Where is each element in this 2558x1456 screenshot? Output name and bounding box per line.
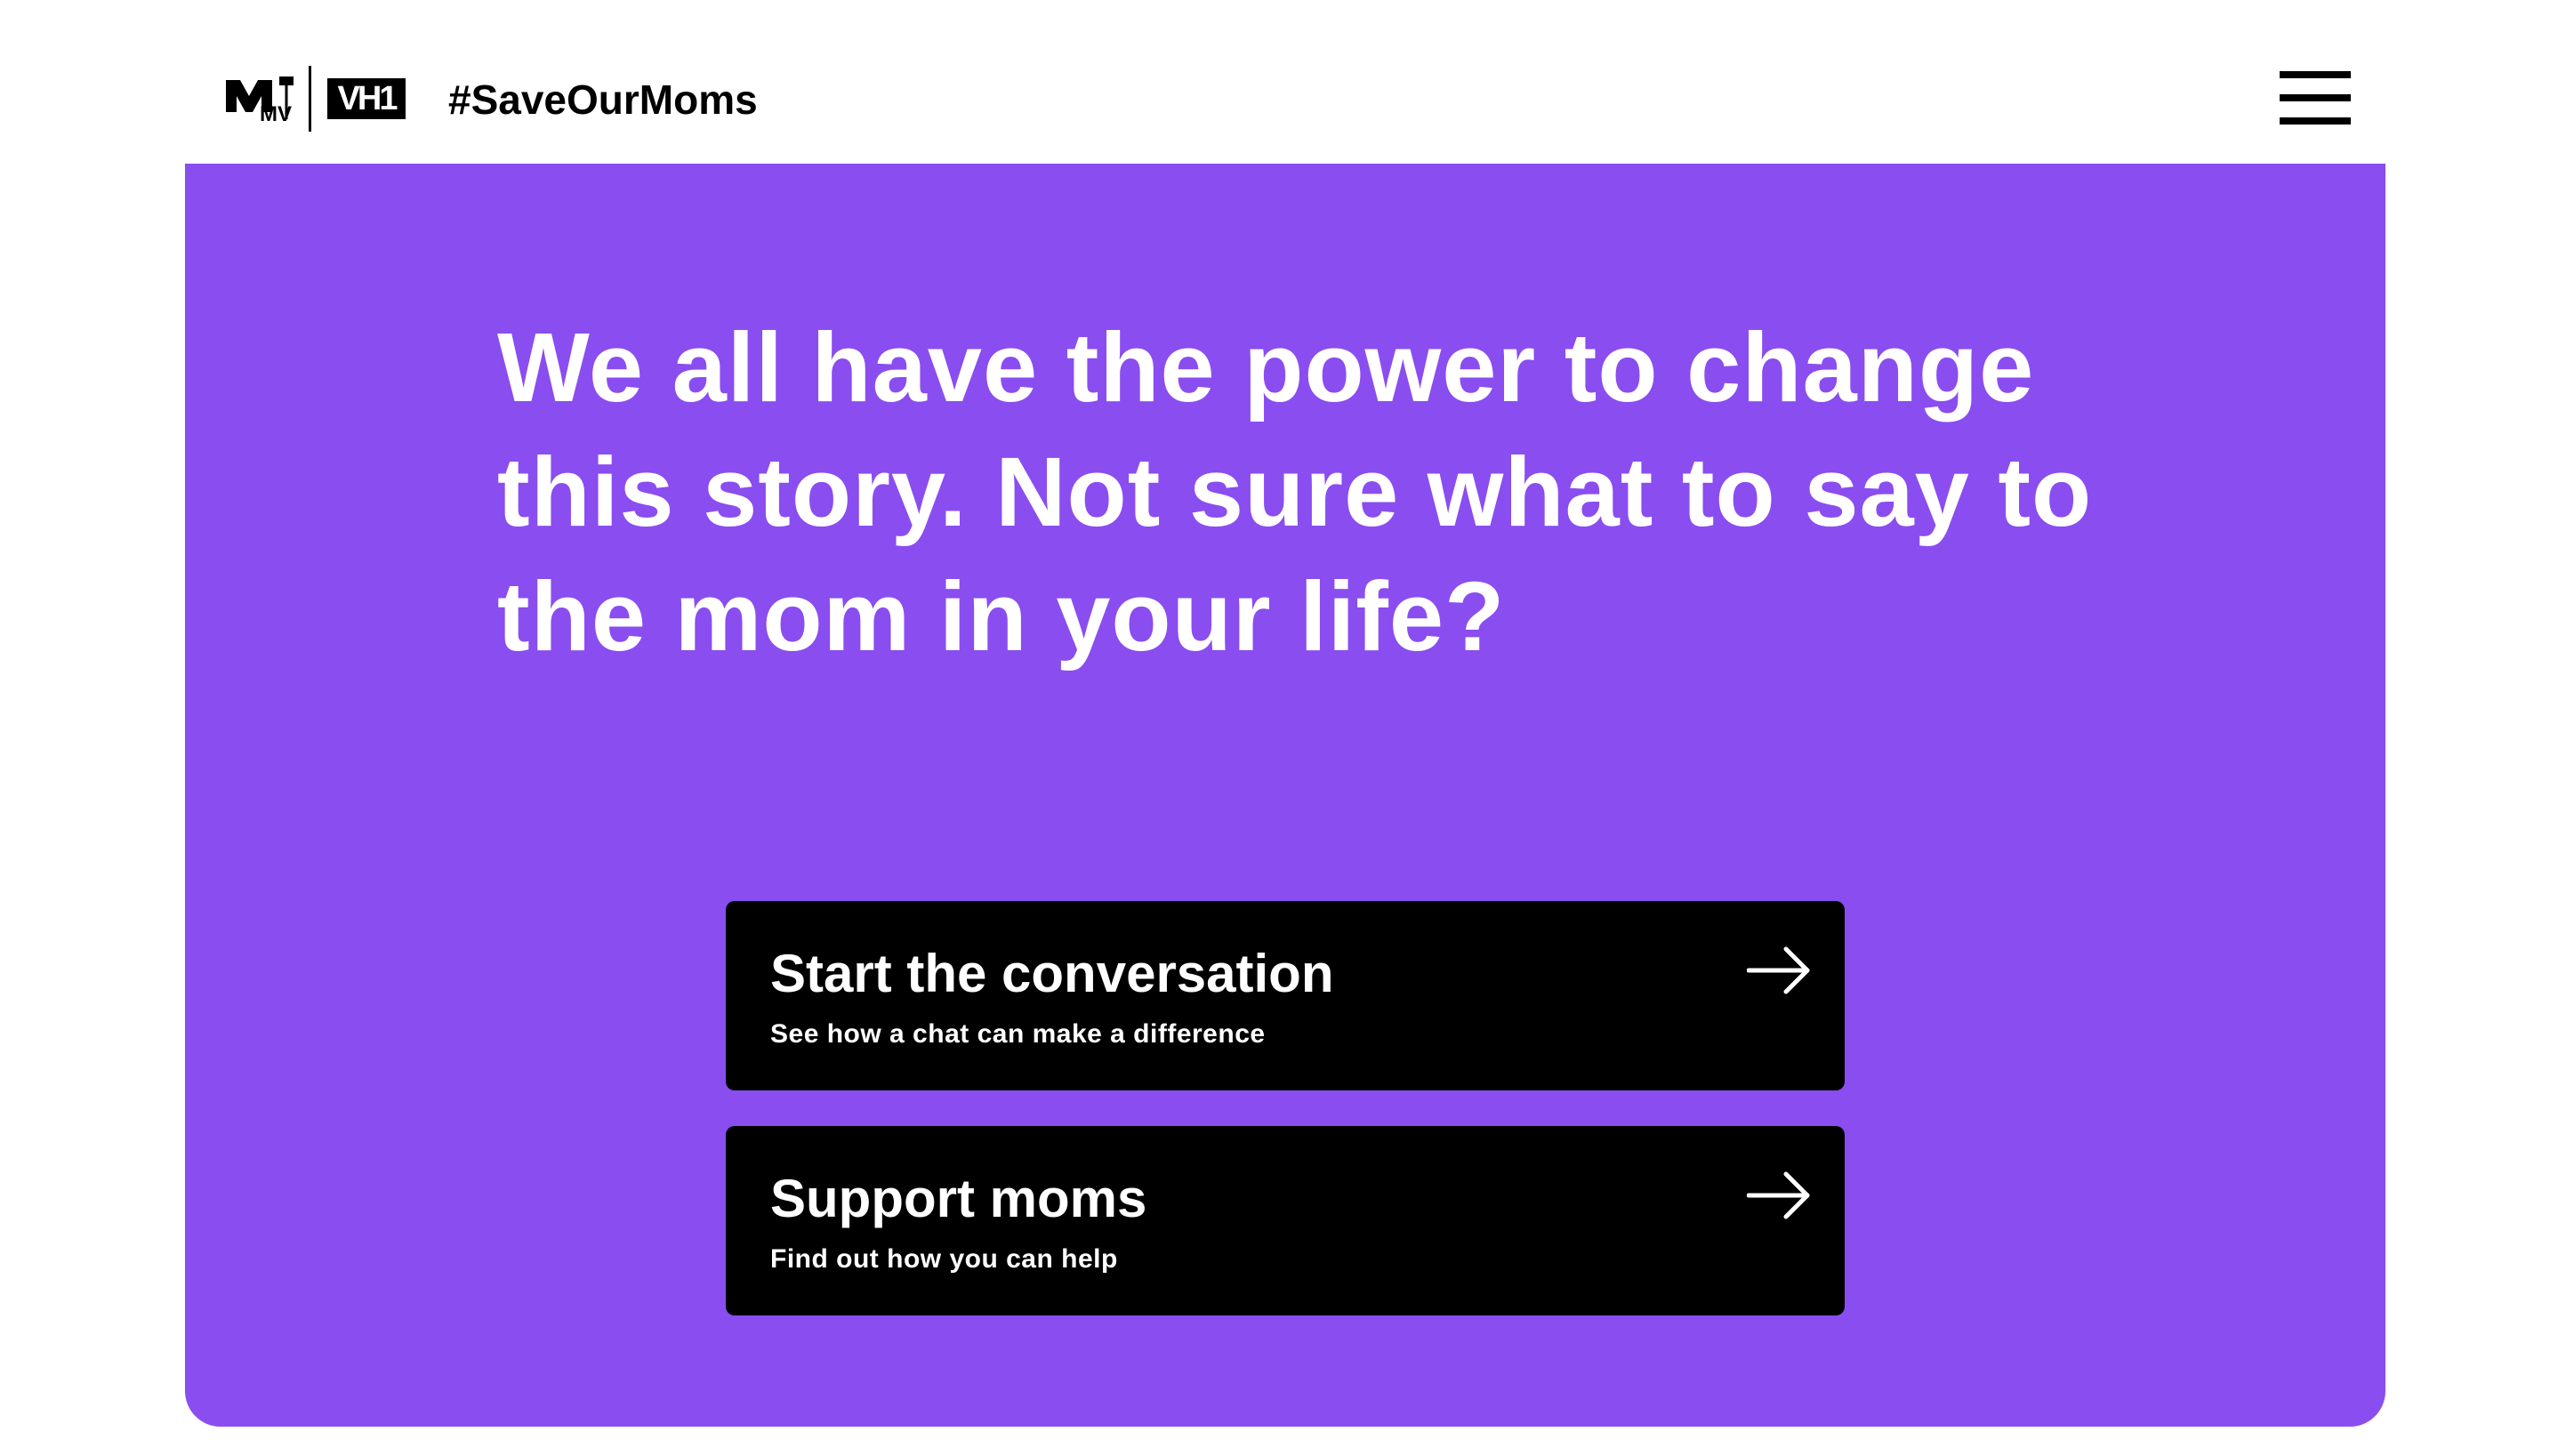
vh1-logo[interactable]: VH1	[327, 78, 406, 119]
mtv-logo[interactable]: MV	[226, 76, 294, 123]
site-header: MV VH1 #SaveOurMoms	[185, 36, 2385, 164]
arrow-right-icon	[1747, 1171, 1810, 1219]
support-moms-button[interactable]: Support moms Find out how you can help	[726, 1126, 1845, 1315]
cta-subtitle: See how a chat can make a difference	[770, 1019, 1266, 1049]
cta-title: Start the conversation	[770, 944, 1334, 1003]
hero-headline: We all have the power to change this sto…	[497, 313, 2093, 672]
hero-section: We all have the power to change this sto…	[185, 164, 2385, 1427]
campaign-hashtag: #SaveOurMoms	[448, 76, 758, 123]
cta-title: Support moms	[770, 1169, 1147, 1228]
hamburger-menu-icon[interactable]	[2280, 71, 2351, 126]
cta-subtitle: Find out how you can help	[770, 1244, 1118, 1274]
start-conversation-button[interactable]: Start the conversation See how a chat ca…	[726, 901, 1845, 1090]
page-frame: MV VH1 #SaveOurMoms We all have the powe…	[185, 36, 2385, 1427]
logo-divider	[309, 66, 311, 132]
arrow-right-icon	[1747, 946, 1810, 994]
